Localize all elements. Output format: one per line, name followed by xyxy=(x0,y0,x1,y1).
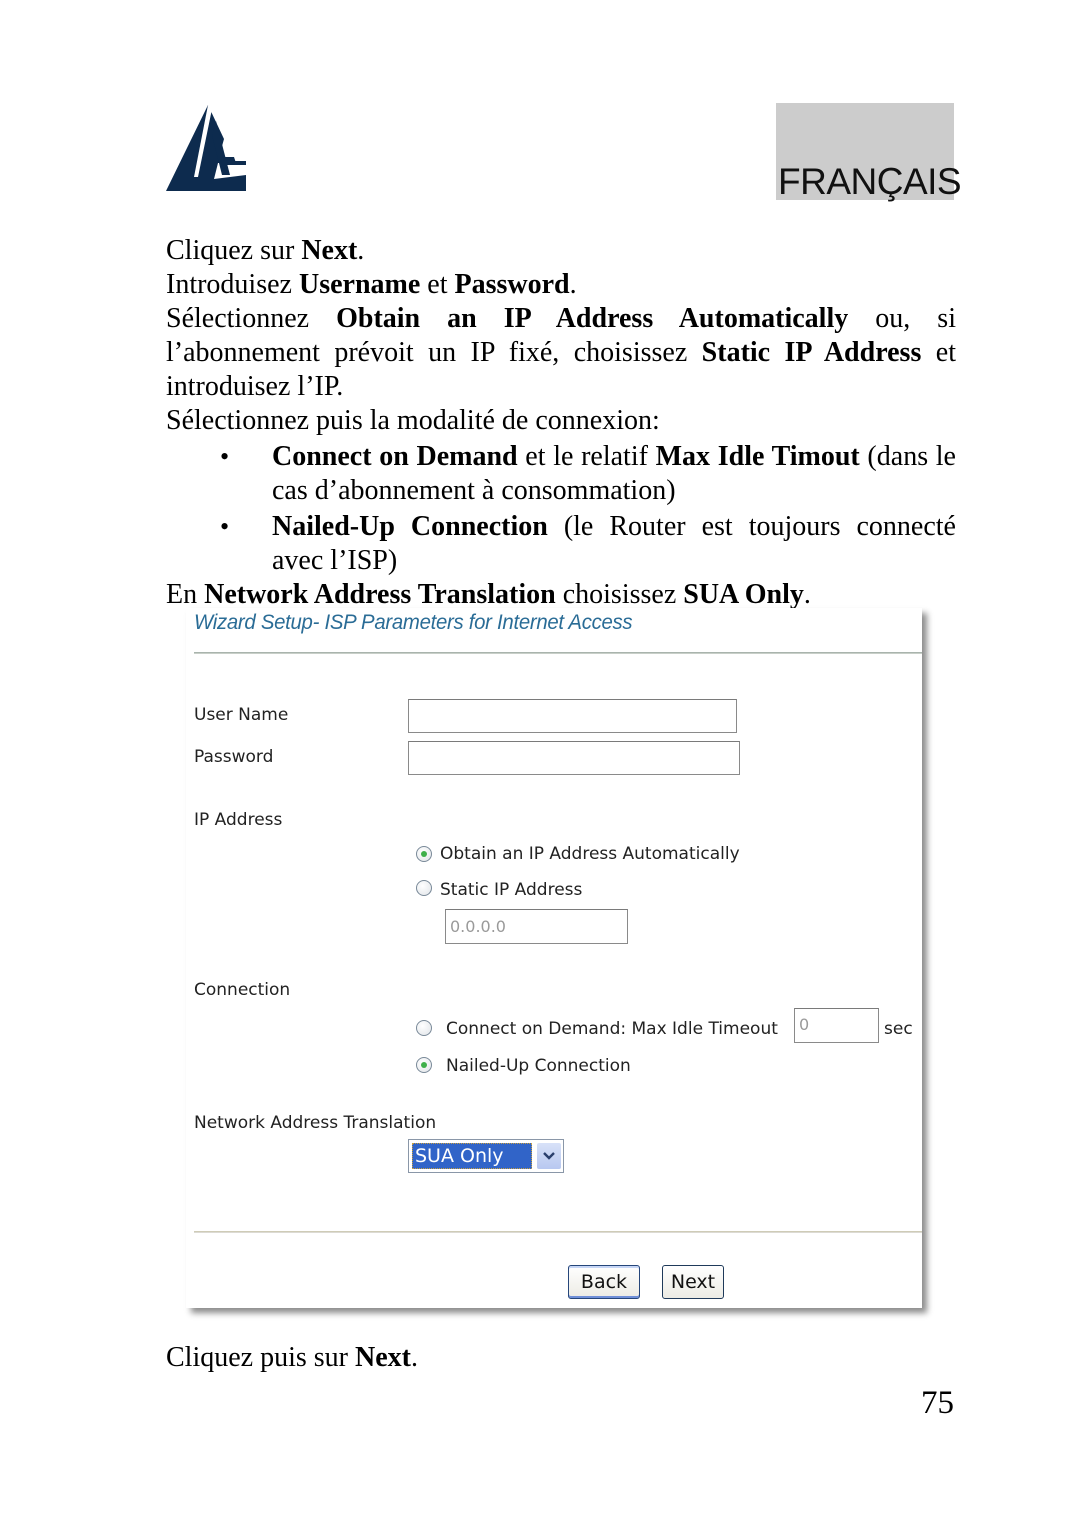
instruction-line-3: Sélectionnez Obtain an IP Address Automa… xyxy=(166,303,956,402)
divider xyxy=(194,652,922,654)
closing-line: Cliquez puis sur Next. xyxy=(166,1342,418,1373)
connect-on-demand-label: Connect on Demand: Max Idle Timeout xyxy=(446,1019,778,1039)
instruction-line-4: Sélectionnez puis la modalité de connexi… xyxy=(166,405,660,436)
chevron-down-icon[interactable] xyxy=(537,1143,561,1169)
idle-timeout-input[interactable] xyxy=(794,1008,879,1043)
atlantis-sail-logo-icon xyxy=(166,105,246,191)
instruction-line-5: En Network Address Translation choisisse… xyxy=(166,579,811,610)
next-button[interactable]: Next xyxy=(662,1265,724,1299)
instruction-line-2: Introduisez Username et Password. xyxy=(166,269,577,300)
connection-label: Connection xyxy=(194,980,291,1000)
wizard-panel: Wizard Setup- ISP Parameters for Interne… xyxy=(186,608,922,1308)
password-input[interactable] xyxy=(408,741,740,775)
closing-instruction: Cliquez puis sur Next. xyxy=(166,1341,956,1375)
obtain-ip-auto-label: Obtain an IP Address Automatically xyxy=(440,844,740,864)
user-name-label: User Name xyxy=(194,705,289,725)
nailed-up-radio[interactable] xyxy=(416,1057,432,1073)
language-label: FRANÇAIS xyxy=(778,161,962,202)
wizard-title: Wizard Setup- ISP Parameters for Interne… xyxy=(194,611,633,634)
list-item: Nailed-Up Connection (le Router est touj… xyxy=(166,510,956,578)
password-label: Password xyxy=(194,747,274,767)
ip-address-label: IP Address xyxy=(194,810,283,830)
nailed-up-label: Nailed-Up Connection xyxy=(446,1056,631,1076)
user-name-input[interactable] xyxy=(408,699,737,733)
static-ip-radio[interactable] xyxy=(416,880,432,896)
divider xyxy=(194,1231,922,1233)
instruction-line-1: Cliquez sur Next. xyxy=(166,235,365,266)
nat-label: Network Address Translation xyxy=(194,1113,437,1133)
connect-on-demand-radio[interactable] xyxy=(416,1020,432,1036)
page-number: 75 xyxy=(921,1385,954,1421)
back-button[interactable]: Back xyxy=(568,1265,640,1299)
obtain-ip-auto-radio[interactable] xyxy=(416,846,432,862)
nat-select[interactable]: SUA Only xyxy=(408,1139,564,1173)
idle-timeout-unit: sec xyxy=(884,1019,913,1039)
nat-selected-value: SUA Only xyxy=(412,1143,532,1169)
static-ip-label: Static IP Address xyxy=(440,880,583,900)
connection-mode-list: Connect on Demand et le relatif Max Idle… xyxy=(166,440,956,578)
static-ip-input[interactable] xyxy=(445,909,628,944)
language-badge: FRANÇAIS xyxy=(776,103,962,200)
instructions-block: Cliquez sur Next. Introduisez Username e… xyxy=(166,234,956,612)
list-item: Connect on Demand et le relatif Max Idle… xyxy=(166,440,956,508)
